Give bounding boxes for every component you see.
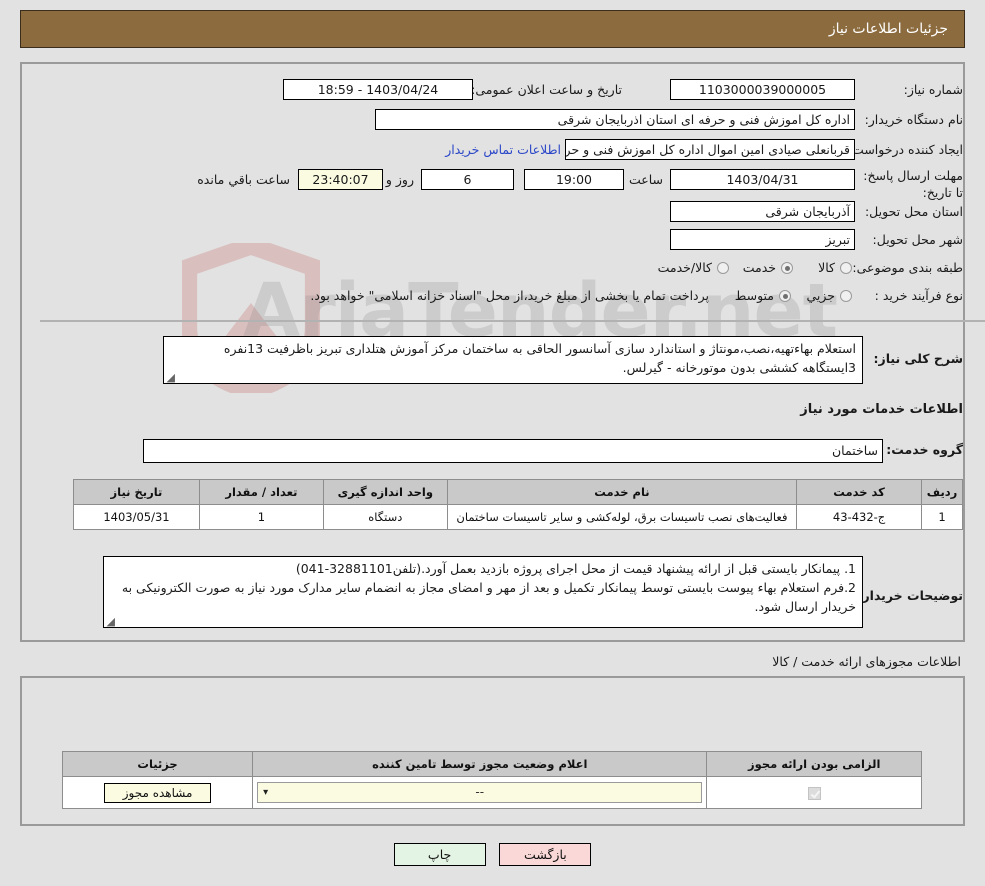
services-section-title: اطلاعات خدمات مورد نیاز <box>800 402 963 417</box>
service-group-value: ساختمان <box>143 439 883 463</box>
description-textarea[interactable]: استعلام بهاءتهیه،نصب،مونتاژ و استاندارد … <box>163 336 863 384</box>
col-permit-details: جزئیات <box>61 751 254 777</box>
days-suffix-label: روز و <box>385 172 414 187</box>
deadline-time-value: 19:00 <box>524 169 624 190</box>
col-need-date: تاریخ نیاز <box>73 479 200 505</box>
payment-note: پرداخت تمام یا بخشی از مبلغ خرید،از محل … <box>310 288 709 303</box>
category-radio-kala-khedmat[interactable] <box>717 262 729 274</box>
col-code: کد خدمت <box>796 479 923 505</box>
service-group-label: گروه خدمت: <box>886 442 963 457</box>
col-permit-required: الزامی بودن ارائه مجوز <box>706 751 922 777</box>
category-label-kala: کالا <box>818 260 835 275</box>
services-table-header-row: ردیف کد خدمت نام خدمت واحد اندازه گیری ت… <box>73 479 963 505</box>
section-divider <box>40 320 985 322</box>
permit-status-value: -- <box>475 785 485 799</box>
col-row-no: ردیف <box>921 479 963 505</box>
back-button[interactable]: بازگشت <box>499 843 592 866</box>
announce-datetime-label: تاریخ و ساعت اعلان عمومی: <box>471 82 622 97</box>
permits-table-header-row: الزامی بودن ارائه مجوز اعلام وضعیت مجوز … <box>61 751 922 777</box>
buyer-note-line-1: 1. پیمانکار بایستی قبل از ارائه پیشنهاد … <box>295 561 856 576</box>
view-permit-button[interactable]: مشاهده مجوز <box>103 782 212 803</box>
buyer-note-line-2: 2.فرم استعلام بهاء پیوست بایستی توسط پیم… <box>121 580 856 614</box>
cell-permit-status: ▾ -- <box>252 776 708 809</box>
col-unit: واحد اندازه گیری <box>322 479 448 505</box>
page-title: جزئیات اطلاعات نیاز <box>828 21 948 37</box>
need-number-label: شماره نیاز: <box>903 82 963 97</box>
category-radio-kala[interactable] <box>840 262 852 274</box>
cell-unit: دستگاه <box>322 504 448 530</box>
process-label-jozei: جزیي <box>806 288 835 303</box>
permit-status-select[interactable]: ▾ -- <box>257 782 703 803</box>
cell-name: فعالیت‌های نصب تاسیسات برق، لوله‌کشی و س… <box>446 504 798 530</box>
hour-label: ساعت <box>628 172 663 187</box>
province-label: استان محل تحویل: <box>864 204 963 219</box>
category-label-khedmat: خدمت <box>742 260 776 275</box>
description-label: شرح کلی نیاز: <box>873 351 963 366</box>
deadline-date-value: 1403/04/31 <box>670 169 855 190</box>
cell-row-no: 1 <box>921 504 963 530</box>
permit-required-checkbox <box>807 786 821 800</box>
description-text: استعلام بهاءتهیه،نصب،مونتاژ و استاندارد … <box>223 341 856 375</box>
buyer-org-value: اداره کل اموزش فنی و حرفه ای استان اذربا… <box>375 109 855 130</box>
countdown-timer-value: 23:40:07 <box>298 169 383 190</box>
chevron-down-icon: ▾ <box>263 787 269 798</box>
col-permit-status: اعلام وضعیت مجوز توسط تامین کننده <box>252 751 708 777</box>
process-label-motavaset: متوسط <box>734 288 774 303</box>
buyer-contact-link[interactable]: اطلاعات تماس خریدار <box>445 142 561 157</box>
requester-label: ایجاد کننده درخواست: <box>847 142 963 157</box>
resize-grip-icon[interactable]: ◢ <box>106 616 115 627</box>
permits-section-title: اطلاعات مجوزهای ارائه خدمت / کالا <box>772 654 961 669</box>
table-row: 1 ج-432-43 فعالیت‌های نصب تاسیسات برق، ل… <box>73 504 963 530</box>
category-radio-khedmat[interactable] <box>781 262 793 274</box>
process-radio-motavaset[interactable] <box>779 290 791 302</box>
buyer-org-label: نام دستگاه خریدار: <box>864 112 963 127</box>
page-title-bar: جزئیات اطلاعات نیاز <box>20 10 965 48</box>
footer-actions: بازگشت چاپ <box>0 843 985 866</box>
deadline-label: مهلت ارسال پاسخ: تا تاریخ: <box>863 168 963 200</box>
city-value: تبریز <box>670 229 855 250</box>
category-label: طبقه بندی موضوعی: <box>852 260 963 275</box>
resize-grip-icon[interactable]: ◢ <box>166 372 175 383</box>
need-number-value: 1103000039000005 <box>670 79 855 100</box>
announce-datetime-value: 1403/04/24 - 18:59 <box>283 79 473 100</box>
cell-code: ج-432-43 <box>796 504 923 530</box>
permits-table: الزامی بودن ارائه مجوز اعلام وضعیت مجوز … <box>61 751 922 809</box>
cell-permit-details: مشاهده مجوز <box>61 776 254 809</box>
city-label: شهر محل تحویل: <box>872 232 963 247</box>
process-label: نوع فرآیند خرید : <box>874 288 963 303</box>
province-value: آذربایجان شرقی <box>670 201 855 222</box>
process-radio-jozei[interactable] <box>840 290 852 302</box>
col-name: نام خدمت <box>446 479 798 505</box>
print-button[interactable]: چاپ <box>393 843 486 866</box>
need-details-content: شماره نیاز: 1103000039000005 تاریخ و ساع… <box>22 64 985 640</box>
table-row: ▾ -- مشاهده مجوز <box>61 776 922 809</box>
services-table: ردیف کد خدمت نام خدمت واحد اندازه گیری ت… <box>73 479 963 530</box>
cell-permit-required <box>706 776 922 809</box>
col-qty: تعداد / مقدار <box>198 479 324 505</box>
remaining-days-value: 6 <box>421 169 514 190</box>
remaining-hours-label: ساعت باقي مانده <box>197 172 290 187</box>
category-label-kala-khedmat: کالا/خدمت <box>657 260 712 275</box>
requester-value: قربانعلی صیادی امین اموال اداره کل اموزش… <box>565 139 855 160</box>
cell-need-date: 1403/05/31 <box>73 504 200 530</box>
cell-qty: 1 <box>198 504 324 530</box>
buyer-notes-textarea[interactable]: 1. پیمانکار بایستی قبل از ارائه پیشنهاد … <box>103 556 863 628</box>
buyer-notes-label: توضیحات خریدار: <box>857 588 963 603</box>
